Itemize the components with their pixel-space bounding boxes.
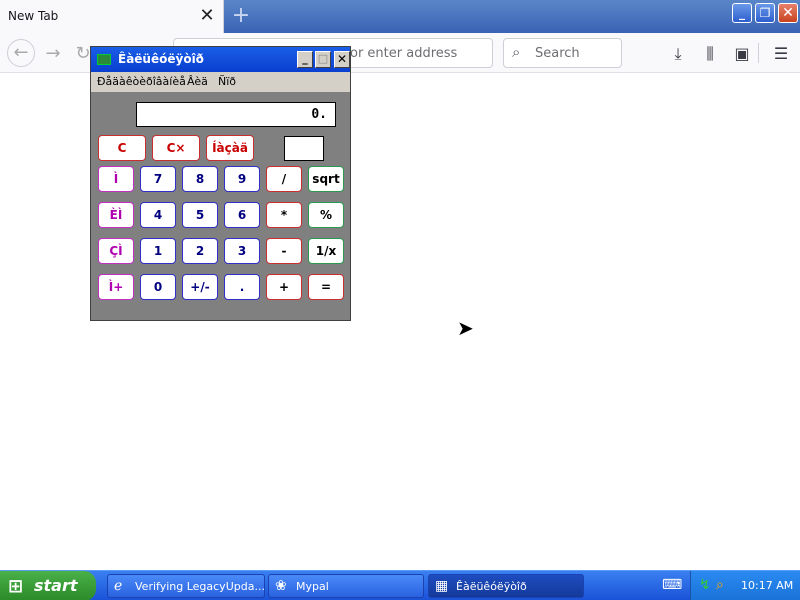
mouse-pointer-icon: ➤ xyxy=(457,316,474,340)
calc-minimize-button[interactable]: _ xyxy=(297,51,313,68)
new-tab-button[interactable]: + xyxy=(230,4,252,28)
calc-maximize-button[interactable]: □ xyxy=(315,51,331,68)
clear-button[interactable]: C xyxy=(98,135,146,161)
digit-3-button[interactable]: 3 xyxy=(224,238,260,264)
tab-title: New Tab xyxy=(8,9,59,23)
back-arrow-icon[interactable]: ← xyxy=(7,39,35,67)
window-maximize-button[interactable]: ❐ xyxy=(755,3,775,23)
ie-icon: ℯ xyxy=(114,578,123,594)
mypal-icon: ❀ xyxy=(275,578,287,594)
system-tray: ↯ ⌕ 10:17 AM xyxy=(690,571,800,600)
menu-view[interactable]: Âèä xyxy=(187,75,208,88)
search-tray-icon[interactable]: ⌕ xyxy=(716,577,724,593)
digit-9-button[interactable]: 9 xyxy=(224,166,260,192)
digit-4-button[interactable]: 4 xyxy=(140,202,176,228)
memory-store-button[interactable]: ÇÌ xyxy=(98,238,134,264)
taskbar-item-label: Verifying LegacyUpda... xyxy=(135,580,265,593)
calculator-display: 0. xyxy=(136,102,336,127)
memory-add-button[interactable]: Ì+ xyxy=(98,274,134,300)
search-bar[interactable]: ⌕ Search xyxy=(503,38,622,68)
window-close-button[interactable]: ✕ xyxy=(778,3,798,23)
browser-tab-bar: New Tab ✕ + _ ❐ ✕ xyxy=(0,0,800,33)
backspace-button[interactable]: Íàçàä xyxy=(206,135,254,161)
window-minimize-button[interactable]: _ xyxy=(732,3,752,23)
reciprocal-button[interactable]: 1/x xyxy=(308,238,344,264)
digit-7-button[interactable]: 7 xyxy=(140,166,176,192)
taskbar-item-ie[interactable]: ℯ Verifying LegacyUpda... xyxy=(107,574,265,598)
url-placeholder: or enter address xyxy=(350,46,458,61)
calculator-menu-bar: Ðåäàêòèðîâàíèå Âèä Ñïð xyxy=(91,72,350,92)
toolbar-separator xyxy=(758,43,759,63)
library-icon[interactable]: ⫼ xyxy=(697,41,723,67)
subtract-button[interactable]: - xyxy=(266,238,302,264)
multiply-button[interactable]: * xyxy=(266,202,302,228)
tab-new-tab[interactable]: New Tab ✕ xyxy=(0,0,224,33)
hamburger-menu-icon[interactable]: ☰ xyxy=(768,41,794,67)
equals-button[interactable]: = xyxy=(308,274,344,300)
calculator-icon xyxy=(97,54,111,65)
display-value: 0. xyxy=(311,107,327,122)
clock[interactable]: 10:17 AM xyxy=(741,579,793,592)
digit-6-button[interactable]: 6 xyxy=(224,202,260,228)
digit-5-button[interactable]: 5 xyxy=(182,202,218,228)
taskbar-item-mypal[interactable]: ❀ Mypal xyxy=(268,574,424,598)
start-label: start xyxy=(34,576,78,595)
menu-help[interactable]: Ñïð xyxy=(218,75,236,88)
digit-0-button[interactable]: 0 xyxy=(140,274,176,300)
download-icon[interactable]: ⤓ xyxy=(665,41,691,67)
sidebar-icon[interactable]: ▣ xyxy=(729,41,755,67)
forward-arrow-icon[interactable]: → xyxy=(40,41,66,67)
memory-indicator xyxy=(284,136,324,161)
taskbar-item-calculator[interactable]: ▦ Êàëüêóëÿòîð xyxy=(428,574,584,598)
digit-8-button[interactable]: 8 xyxy=(182,166,218,192)
percent-button[interactable]: % xyxy=(308,202,344,228)
add-button[interactable]: + xyxy=(266,274,302,300)
search-icon: ⌕ xyxy=(512,43,521,61)
divide-button[interactable]: / xyxy=(266,166,302,192)
sqrt-button[interactable]: sqrt xyxy=(308,166,344,192)
close-tab-icon[interactable]: ✕ xyxy=(198,6,216,26)
calculator-title-bar[interactable]: Êàëüêóëÿòîð _ □ ✕ xyxy=(91,47,350,72)
keyboard-icon[interactable]: ⌨ xyxy=(662,577,682,593)
taskbar: ⊞ start ℯ Verifying LegacyUpda... ❀ Mypa… xyxy=(0,570,800,600)
search-placeholder: Search xyxy=(535,46,580,61)
taskbar-item-label: Mypal xyxy=(296,580,329,593)
digit-2-button[interactable]: 2 xyxy=(182,238,218,264)
calculator-title: Êàëüêóëÿòîð xyxy=(118,52,204,66)
calculator-icon: ▦ xyxy=(435,578,449,594)
taskbar-item-label: Êàëüêóëÿòîð xyxy=(456,580,527,593)
menu-edit[interactable]: Ðåäàêòèðîâàíèå xyxy=(97,75,186,88)
digit-1-button[interactable]: 1 xyxy=(140,238,176,264)
decimal-point-button[interactable]: . xyxy=(224,274,260,300)
calculator-window: Êàëüêóëÿòîð _ □ ✕ Ðåäàêòèðîâàíèå Âèä Ñïð… xyxy=(90,46,351,321)
start-button[interactable]: ⊞ start xyxy=(0,571,96,600)
memory-clear-button[interactable]: Ì xyxy=(98,166,134,192)
clear-entry-button[interactable]: C× xyxy=(152,135,200,161)
network-icon[interactable]: ↯ xyxy=(699,577,711,593)
windows-logo-icon: ⊞ xyxy=(8,576,24,597)
memory-recall-button[interactable]: ÈÌ xyxy=(98,202,134,228)
sign-toggle-button[interactable]: +/- xyxy=(182,274,218,300)
calc-close-button[interactable]: ✕ xyxy=(334,51,350,68)
